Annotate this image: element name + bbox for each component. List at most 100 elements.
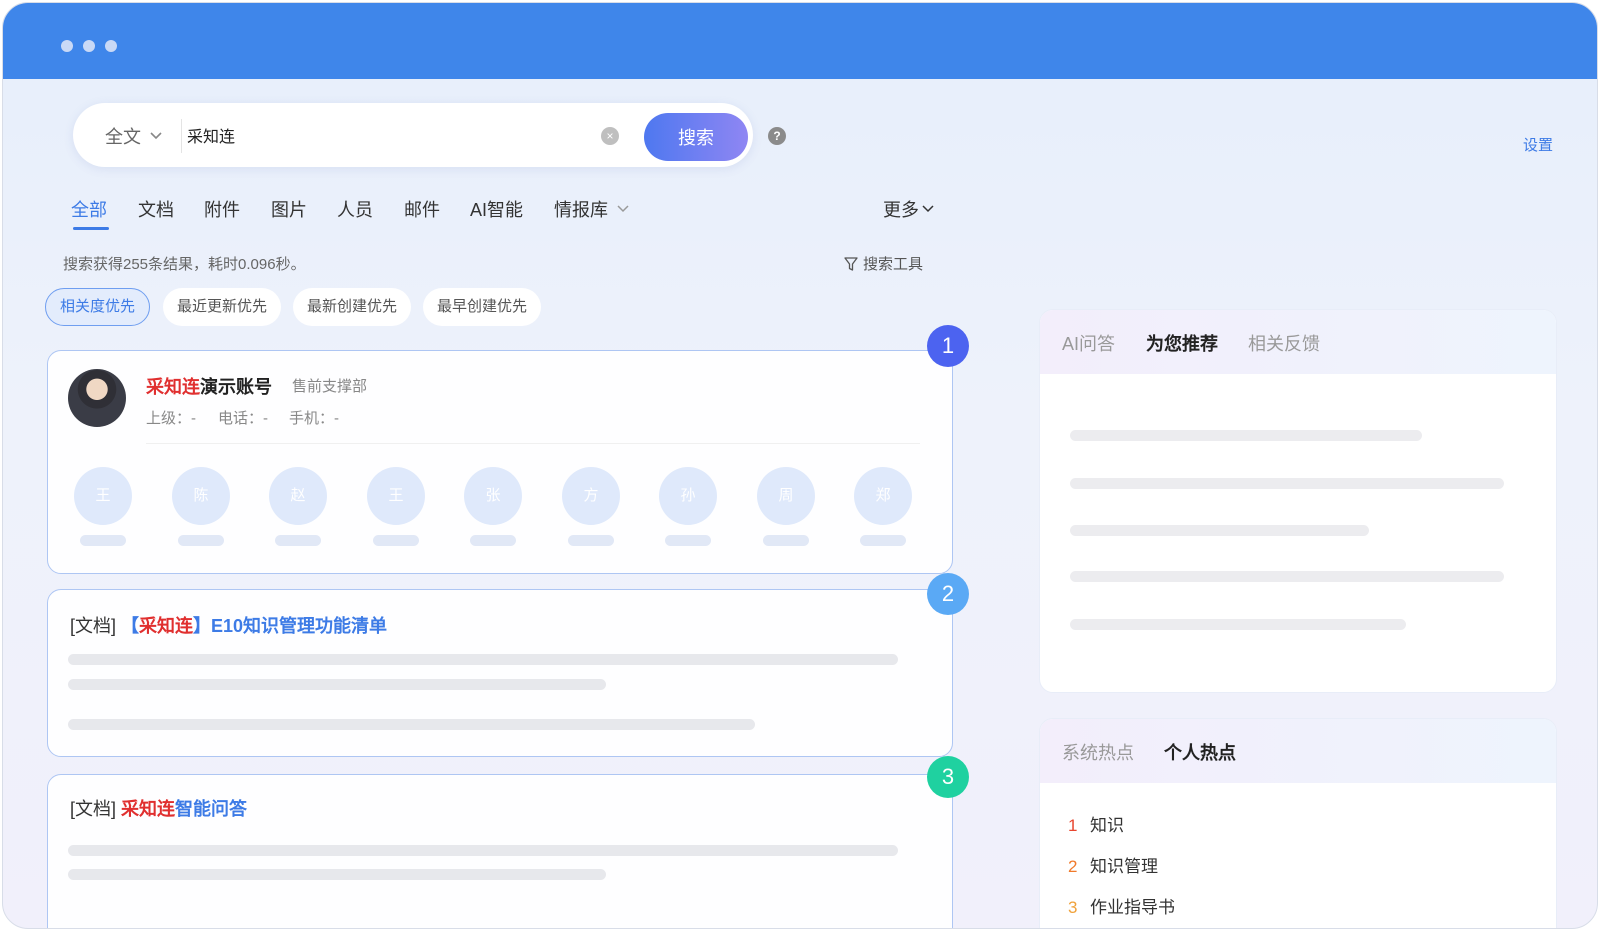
tab-related-feedback[interactable]: 相关反馈	[1248, 330, 1320, 356]
chevron-down-icon	[617, 205, 629, 213]
more-tab[interactable]: 更多	[883, 196, 935, 222]
document-title[interactable]: [文档] 采知连智能问答	[70, 795, 247, 821]
recommend-placeholder	[1070, 525, 1369, 536]
recommend-placeholder	[1070, 619, 1406, 630]
results-summary: 搜索获得255条结果，耗时0.096秒。	[63, 256, 306, 273]
search-divider	[181, 119, 182, 153]
title-rest: 智能问答	[175, 799, 248, 819]
hot-topic-item[interactable]: 2 知识管理	[1068, 852, 1158, 877]
window-dot-icon[interactable]	[83, 40, 95, 52]
filter-icon	[844, 256, 858, 271]
ai-panel-header: AI问答 为您推荐 相关反馈	[1040, 310, 1556, 374]
result-card-document[interactable]: [文档] 【采知连】E10知识管理功能清单	[47, 589, 953, 757]
hot-topic-label: 知识	[1090, 816, 1124, 835]
related-person-name-placeholder	[665, 535, 711, 546]
related-person-avatar: 张	[464, 467, 522, 525]
result-card-person[interactable]: 采知连演示账号 售前支撑部 上级：- 电话：- 手机：- 王 陈 赵 王 张 方…	[47, 350, 953, 574]
search-input[interactable]	[187, 117, 607, 153]
related-person-avatar: 王	[367, 467, 425, 525]
related-person[interactable]: 王	[367, 467, 425, 546]
tab-attachments[interactable]: 附件	[204, 196, 240, 222]
related-person[interactable]: 张	[464, 467, 522, 546]
tab-intel-library[interactable]: 情报库	[554, 196, 630, 222]
search-button[interactable]: 搜索	[644, 113, 748, 161]
result-rank-badge: 2	[927, 573, 969, 615]
related-person[interactable]: 陈	[172, 467, 230, 546]
related-person-name-placeholder	[275, 535, 321, 546]
title-bracket-close: 】	[193, 616, 212, 636]
search-tools-button[interactable]: 搜索工具	[843, 253, 923, 274]
result-rank-badge: 1	[927, 325, 969, 367]
tab-ai-qa[interactable]: AI问答	[1062, 330, 1115, 356]
title-bar	[3, 3, 1597, 79]
document-title[interactable]: [文档] 【采知连】E10知识管理功能清单	[70, 612, 387, 638]
document-type-tag: [文档]	[70, 616, 117, 636]
tab-ai[interactable]: AI智能	[470, 196, 523, 222]
hot-topic-label: 知识管理	[1090, 857, 1158, 876]
window-dot-icon[interactable]	[61, 40, 73, 52]
recommend-placeholder	[1070, 478, 1504, 489]
search-tools-label: 搜索工具	[863, 256, 924, 273]
snippet-placeholder	[68, 869, 606, 880]
tab-images[interactable]: 图片	[271, 196, 307, 222]
hot-topic-label: 作业指导书	[1090, 898, 1175, 917]
snippet-placeholder	[68, 654, 898, 665]
sort-newest-created-chip[interactable]: 最新创建优先	[293, 288, 412, 326]
search-scope-label: 全文	[105, 127, 141, 147]
window-dot-icon[interactable]	[105, 40, 117, 52]
result-rank-badge: 3	[927, 756, 969, 798]
related-person[interactable]: 周	[757, 467, 815, 546]
hot-topics-panel: 系统热点 个人热点 1 知识 2 知识管理 3 作业指导书	[1039, 718, 1557, 928]
help-circle-icon[interactable]: ?	[768, 127, 786, 145]
related-person-name-placeholder	[568, 535, 614, 546]
recommend-placeholder	[1070, 430, 1422, 441]
result-card-document[interactable]: [文档] 采知连智能问答	[47, 774, 953, 928]
hot-topic-item[interactable]: 3 作业指导书	[1068, 893, 1175, 918]
settings-link[interactable]: 设置	[1523, 134, 1553, 155]
related-person-name-placeholder	[470, 535, 516, 546]
person-name[interactable]: 采知连演示账号	[146, 373, 272, 399]
related-person[interactable]: 郑	[854, 467, 912, 546]
person-department: 售前支撑部	[292, 378, 368, 395]
snippet-placeholder	[68, 679, 606, 690]
active-tab-indicator	[73, 227, 109, 230]
related-person[interactable]: 方	[562, 467, 620, 546]
tab-system-hot[interactable]: 系统热点	[1062, 739, 1134, 765]
related-person-avatar: 陈	[172, 467, 230, 525]
clear-circle-icon[interactable]: ×	[601, 127, 619, 145]
related-person[interactable]: 孙	[659, 467, 717, 546]
chevron-down-icon	[922, 205, 934, 213]
related-person-name-placeholder	[373, 535, 419, 546]
related-person[interactable]: 赵	[269, 467, 327, 546]
tab-people[interactable]: 人员	[337, 196, 373, 222]
title-highlight: 采知连	[139, 616, 194, 636]
related-person[interactable]: 王	[74, 467, 132, 546]
sort-recent-update-chip[interactable]: 最近更新优先	[163, 288, 282, 326]
search-scope-select[interactable]: 全文	[105, 123, 163, 149]
snippet-placeholder	[68, 845, 898, 856]
sort-relevance-chip[interactable]: 相关度优先	[45, 288, 151, 326]
person-name-rest: 演示账号	[200, 377, 272, 397]
related-person-avatar: 孙	[659, 467, 717, 525]
related-person-avatar: 王	[74, 467, 132, 525]
avatar[interactable]	[68, 369, 126, 427]
related-person-name-placeholder	[80, 535, 126, 546]
title-bracket-open: 【	[121, 616, 140, 636]
hot-topic-rank: 1	[1068, 816, 1078, 835]
related-person-name-placeholder	[860, 535, 906, 546]
tab-intel-library-label: 情报库	[554, 200, 608, 220]
tab-mail[interactable]: 邮件	[404, 196, 440, 222]
sort-oldest-created-chip[interactable]: 最早创建优先	[423, 288, 542, 326]
hot-topic-rank: 3	[1068, 898, 1078, 917]
tab-documents[interactable]: 文档	[138, 196, 174, 222]
person-mobile: 手机：-	[289, 410, 339, 427]
hot-topic-item[interactable]: 1 知识	[1068, 811, 1124, 836]
app-window: 全文 × 搜索 ? 设置 全部 文档 附件 图片 人员 邮件 AI智能 情报库 …	[2, 2, 1598, 929]
tab-recommended[interactable]: 为您推荐	[1146, 330, 1218, 356]
related-person-name-placeholder	[763, 535, 809, 546]
hot-topic-rank: 2	[1068, 857, 1078, 876]
tab-personal-hot[interactable]: 个人热点	[1164, 739, 1236, 765]
related-person-avatar: 方	[562, 467, 620, 525]
chevron-down-icon	[150, 132, 162, 140]
tab-all[interactable]: 全部	[71, 196, 107, 222]
